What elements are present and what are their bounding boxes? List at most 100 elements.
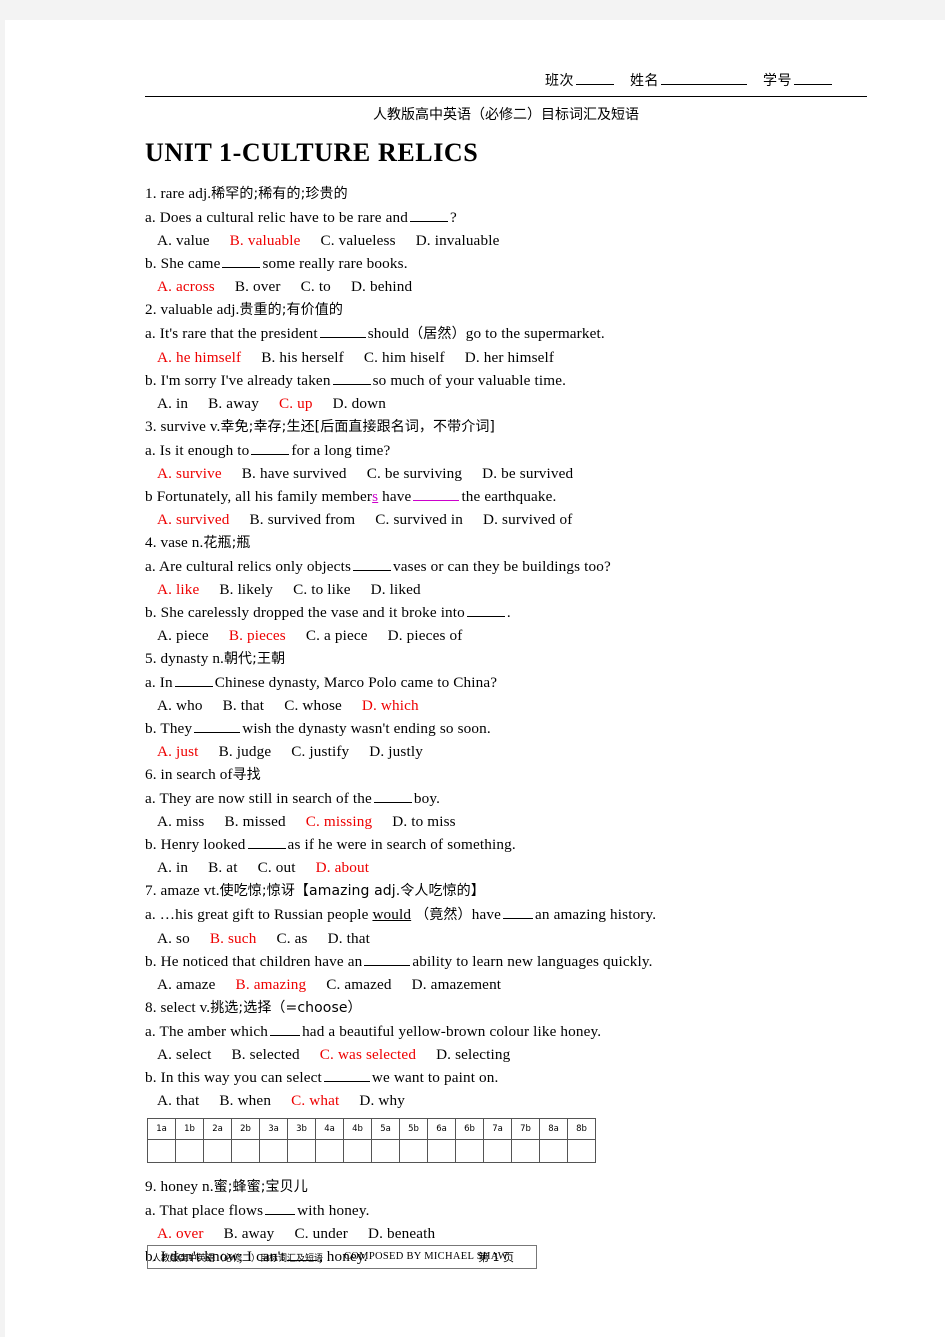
option-d[interactable]: D. amazement	[412, 976, 502, 993]
option-d[interactable]: D. selecting	[436, 1046, 510, 1063]
option-d[interactable]: D. justly	[369, 743, 423, 760]
option-b[interactable]: B. judge	[219, 743, 272, 760]
option-a[interactable]: A. piece	[157, 627, 209, 644]
option-a[interactable]: A. in	[157, 395, 188, 412]
option-b[interactable]: B. likely	[219, 581, 273, 598]
option-c[interactable]: C. what	[291, 1092, 339, 1109]
option-b[interactable]: B. survived from	[250, 511, 356, 528]
option-d[interactable]: D. invaluable	[416, 232, 500, 249]
option-c[interactable]: C. be surviving	[367, 465, 462, 482]
fill-in-blank[interactable]	[265, 1201, 296, 1215]
option-b[interactable]: B. missed	[224, 813, 285, 830]
answer-grid-cell[interactable]	[147, 1139, 176, 1163]
option-c[interactable]: C. was selected	[320, 1046, 416, 1063]
answer-grid-cell[interactable]	[567, 1139, 596, 1163]
fill-in-blank[interactable]	[332, 371, 371, 385]
option-b[interactable]: B. at	[208, 859, 237, 876]
option-d[interactable]: D. liked	[371, 581, 421, 598]
fill-in-blank[interactable]	[247, 835, 286, 849]
option-d[interactable]: D. to miss	[392, 813, 456, 830]
fill-in-blank[interactable]	[373, 789, 412, 803]
option-d[interactable]: D. survived of	[483, 511, 572, 528]
option-b[interactable]: B. amazing	[236, 976, 307, 993]
option-a[interactable]: A. who	[157, 697, 203, 714]
option-b[interactable]: B. away	[208, 395, 259, 412]
option-a[interactable]: A. survived	[157, 511, 230, 528]
answer-grid-cell[interactable]	[259, 1139, 288, 1163]
fill-in-blank[interactable]	[413, 487, 460, 501]
fill-in-blank[interactable]	[466, 603, 505, 617]
option-b[interactable]: B. such	[210, 930, 257, 947]
option-d[interactable]: D. about	[316, 859, 370, 876]
option-c[interactable]: C. under	[294, 1225, 348, 1242]
option-a[interactable]: A. like	[157, 581, 199, 598]
id-field-blank[interactable]	[794, 71, 832, 85]
option-d[interactable]: D. beneath	[368, 1225, 435, 1242]
option-c[interactable]: C. amazed	[326, 976, 391, 993]
answer-grid-cell[interactable]	[231, 1139, 260, 1163]
option-c[interactable]: C. as	[276, 930, 307, 947]
option-b[interactable]: B. that	[223, 697, 265, 714]
fill-in-blank[interactable]	[251, 441, 290, 455]
fill-in-blank[interactable]	[409, 208, 448, 222]
answer-grid-cell[interactable]	[427, 1139, 456, 1163]
answer-grid-cell[interactable]	[175, 1139, 204, 1163]
fill-in-blank[interactable]	[194, 719, 241, 733]
option-c[interactable]: C. justify	[291, 743, 349, 760]
option-a[interactable]: A. miss	[157, 813, 204, 830]
option-c[interactable]: C. up	[279, 395, 313, 412]
option-b[interactable]: B. selected	[231, 1046, 299, 1063]
option-d[interactable]: D. pieces of	[388, 627, 463, 644]
option-b[interactable]: B. valuable	[230, 232, 301, 249]
option-c[interactable]: C. whose	[284, 697, 342, 714]
option-c[interactable]: C. out	[258, 859, 296, 876]
option-d[interactable]: D. that	[328, 930, 370, 947]
class-field-blank[interactable]	[576, 71, 614, 85]
option-a[interactable]: A. just	[157, 743, 199, 760]
option-c[interactable]: C. valueless	[320, 232, 395, 249]
fill-in-blank[interactable]	[503, 905, 533, 919]
option-a[interactable]: A. value	[157, 232, 210, 249]
option-d[interactable]: D. which	[362, 697, 419, 714]
option-c[interactable]: C. to	[301, 278, 331, 295]
option-a[interactable]: A. across	[157, 278, 215, 295]
option-d[interactable]: D. down	[333, 395, 386, 412]
fill-in-blank[interactable]	[364, 952, 411, 966]
option-c[interactable]: C. survived in	[375, 511, 463, 528]
fill-in-blank[interactable]	[270, 1022, 301, 1036]
fill-in-blank[interactable]	[174, 673, 213, 687]
option-b[interactable]: B. when	[219, 1092, 271, 1109]
option-b[interactable]: B. his herself	[261, 349, 344, 366]
answer-grid-cell[interactable]	[287, 1139, 316, 1163]
answer-grid-cell[interactable]	[315, 1139, 344, 1163]
answer-grid-cell[interactable]	[399, 1139, 428, 1163]
option-a[interactable]: A. so	[157, 930, 190, 947]
option-a[interactable]: A. amaze	[157, 976, 216, 993]
answer-grid-cell[interactable]	[203, 1139, 232, 1163]
option-b[interactable]: B. away	[224, 1225, 275, 1242]
option-c[interactable]: C. missing	[306, 813, 372, 830]
option-a[interactable]: A. in	[157, 859, 188, 876]
answer-grid-cell[interactable]	[511, 1139, 540, 1163]
option-a[interactable]: A. that	[157, 1092, 199, 1109]
option-c[interactable]: C. to like	[293, 581, 351, 598]
option-b[interactable]: B. pieces	[229, 627, 286, 644]
option-a[interactable]: A. survive	[157, 465, 222, 482]
answer-grid-cell[interactable]	[483, 1139, 512, 1163]
fill-in-blank[interactable]	[319, 324, 366, 338]
answer-grid-cell[interactable]	[343, 1139, 372, 1163]
name-field-blank[interactable]	[661, 71, 747, 85]
option-b[interactable]: B. over	[235, 278, 281, 295]
fill-in-blank[interactable]	[353, 557, 392, 571]
option-d[interactable]: D. be survived	[482, 465, 573, 482]
option-d[interactable]: D. her himself	[465, 349, 554, 366]
option-c[interactable]: C. him hiself	[364, 349, 445, 366]
option-a[interactable]: A. he himself	[157, 349, 241, 366]
option-c[interactable]: C. a piece	[306, 627, 368, 644]
option-b[interactable]: B. have survived	[242, 465, 347, 482]
fill-in-blank[interactable]	[323, 1068, 370, 1082]
answer-grid-cell[interactable]	[455, 1139, 484, 1163]
option-d[interactable]: D. why	[359, 1092, 405, 1109]
option-a[interactable]: A. over	[157, 1225, 204, 1242]
answer-grid-cell[interactable]	[539, 1139, 568, 1163]
